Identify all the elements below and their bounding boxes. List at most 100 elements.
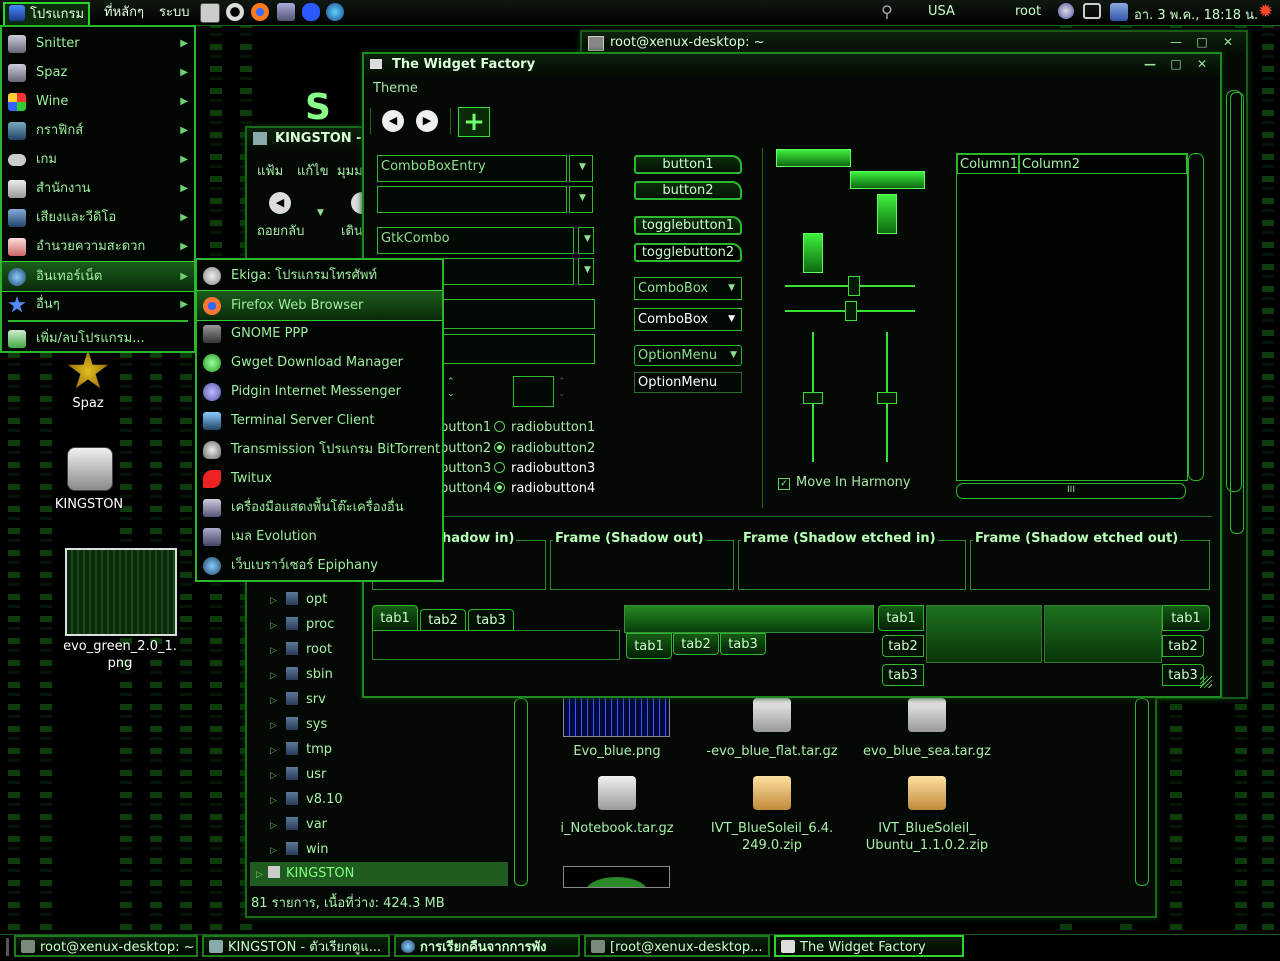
file-thumbnail-evo-blue[interactable]	[563, 697, 670, 737]
menu-item-wine[interactable]: Wine ▶	[2, 87, 194, 116]
slider-thumb[interactable]	[845, 301, 857, 321]
desktop-icon-kingston[interactable]: KINGSTON	[45, 445, 135, 515]
menu-item-tsclient[interactable]: Terminal Server Client	[197, 406, 442, 435]
clock[interactable]: อา. 3 พ.ค., 18:18 น.	[1134, 4, 1258, 25]
taskbar-item-crash-recovery[interactable]: การเรียกคืนจากการพัง	[394, 935, 580, 957]
menu-item-epiphany[interactable]: เว็บเบราว์เซอร์ Epiphany	[197, 551, 442, 580]
toolbar-back-icon[interactable]: ◀	[382, 110, 404, 132]
vertical-scrollbar[interactable]	[1188, 153, 1204, 481]
combobox-entry-arrow[interactable]: ▼	[569, 155, 593, 182]
tab-tab1[interactable]: tab1	[878, 605, 924, 631]
tree-item[interactable]: ▷ proc	[270, 617, 334, 632]
minimize-button[interactable]: —	[1168, 34, 1184, 50]
slider-thumb[interactable]	[848, 276, 860, 296]
tree-item[interactable]: ▷ sbin	[270, 667, 333, 682]
archive-icon[interactable]	[753, 698, 791, 732]
close-button[interactable]: ✕	[1220, 34, 1236, 50]
menu-edit[interactable]: แก้ไข	[297, 160, 329, 181]
menu-item-remote-desktop-viewer[interactable]: เครื่องมือแสดงพื้นโต๊ะเครื่องอื่น	[197, 493, 442, 522]
minimize-button[interactable]: —	[1142, 56, 1158, 72]
bluetooth-icon[interactable]	[302, 3, 320, 21]
menu-item-spaz[interactable]: Spaz ▶	[2, 58, 194, 87]
option-menu[interactable]: OptionMenu	[634, 372, 742, 393]
window-scrollbar[interactable]	[1226, 90, 1242, 492]
text-entry[interactable]	[440, 334, 595, 364]
maximize-button[interactable]: □	[1168, 56, 1184, 72]
menu-item-other[interactable]: อื่นๆ ▶	[2, 290, 194, 319]
keyboard-layout[interactable]: USA	[928, 4, 955, 19]
file-label[interactable]: Evo_blue.png	[537, 743, 697, 760]
button1[interactable]: button1	[634, 155, 742, 174]
file-label[interactable]: -evo_blue_flat.tar.gz	[692, 743, 852, 760]
tab-tab3[interactable]: tab3	[882, 664, 924, 686]
tab-tab2[interactable]: tab2	[420, 609, 466, 631]
slider-thumb[interactable]	[803, 392, 823, 404]
file-label[interactable]: IVT_BlueSoleil_6.4. 249.0.zip	[692, 820, 852, 854]
move-in-harmony-checkbox[interactable]: ✓ Move In Harmony	[778, 475, 911, 490]
gtk-combo[interactable]: GtkCombo	[377, 227, 574, 254]
tree-item[interactable]: ▷ v8.10	[270, 792, 343, 807]
togglebutton1[interactable]: togglebutton1	[634, 216, 742, 235]
combobox-entry[interactable]: ComboBoxEntry	[377, 155, 567, 182]
show-desktop-handle[interactable]	[6, 938, 9, 956]
menu-item-office[interactable]: สำนักงาน ▶	[2, 174, 194, 203]
menu-item-ekiga[interactable]: Ekiga: โปรแกรมโทรศัพท์	[197, 261, 442, 290]
menu-item-add-remove[interactable]: เพิ่ม/ลบโปรแกรม...	[2, 324, 194, 353]
network-status-icon[interactable]	[1110, 3, 1128, 21]
power-icon[interactable]: ✹	[1258, 3, 1276, 21]
column-header-2[interactable]: Column2	[1019, 154, 1187, 174]
menu-item-gwget[interactable]: Gwget Download Manager	[197, 348, 442, 377]
taskbar-item-file-manager[interactable]: KINGSTON - ตัวเรียกดูแ...	[202, 935, 390, 957]
file-label[interactable]: i_Notebook.tar.gz	[537, 820, 697, 837]
taskbar-item-widget-factory[interactable]: The Widget Factory	[774, 935, 964, 957]
taskbar-item-terminal-2[interactable]: [root@xenux-desktop...	[584, 935, 770, 957]
combobox-entry-empty[interactable]	[377, 186, 567, 213]
widget-factory-titlebar[interactable]: The Widget Factory — □ ✕	[364, 54, 1220, 76]
radio-button[interactable]: radiobutton3	[494, 461, 595, 476]
check-button[interactable]: button2	[440, 441, 491, 456]
desktop-icon-evo-green[interactable]: evo_green_2.0_1. png	[55, 548, 185, 678]
tree-item[interactable]: ▷ usr	[270, 767, 326, 782]
radio-button[interactable]: radiobutton2	[494, 441, 595, 456]
menu-file[interactable]: แฟ้ม	[257, 160, 283, 181]
tab-tab3[interactable]: tab3	[720, 633, 766, 655]
tree-item[interactable]: ▷ srv	[270, 692, 326, 707]
icon-view-scrollbar[interactable]	[1135, 698, 1149, 886]
menu-item-twitux[interactable]: Twitux	[197, 464, 442, 493]
menu-view[interactable]: มุมม	[337, 160, 363, 181]
firefox-icon[interactable]	[251, 3, 269, 21]
maximize-button[interactable]: □	[1194, 34, 1210, 50]
menu-item-pidgin[interactable]: Pidgin Internet Messenger	[197, 377, 442, 406]
back-button[interactable]: ◀ ถอยกลับ	[255, 190, 311, 239]
combobox[interactable]: ComboBox ▼	[634, 277, 742, 300]
tree-item[interactable]: ▷ root	[270, 642, 332, 657]
archive-icon[interactable]	[908, 698, 946, 732]
menu-item-accessories[interactable]: อำนวยความสะดวก ▶	[2, 232, 194, 261]
show-desktop-icon[interactable]	[200, 3, 220, 23]
menu-theme[interactable]: Theme	[373, 81, 418, 96]
obsidian-icon[interactable]	[226, 3, 244, 21]
text-entry[interactable]	[440, 299, 595, 329]
tab-tab3[interactable]: tab3	[1162, 664, 1204, 686]
resize-grip-icon[interactable]	[1200, 676, 1212, 688]
spin-arrows[interactable]: ⌃ ⌄	[558, 376, 566, 400]
menu-item-internet[interactable]: อินเทอร์เน็ต ▶	[2, 261, 194, 292]
togglebutton2[interactable]: togglebutton2	[634, 243, 742, 262]
user-switcher-icon[interactable]	[1058, 3, 1074, 19]
tree-item-selected[interactable]: ▷ KINGSTON	[250, 862, 508, 886]
check-button[interactable]: button1	[440, 420, 491, 435]
back-history-dropdown[interactable]: ▼	[317, 208, 324, 218]
gtk-combo-arrow[interactable]: ▼	[578, 227, 594, 254]
spin-button[interactable]	[513, 376, 554, 407]
check-button[interactable]: button4	[440, 481, 491, 496]
tree-item[interactable]: ▷ win	[270, 842, 328, 857]
zip-icon[interactable]	[753, 776, 791, 810]
tab-tab2[interactable]: tab2	[882, 635, 924, 657]
system-menu-button[interactable]: ระบบ	[155, 2, 193, 23]
tree-item[interactable]: ▷ opt	[270, 592, 327, 607]
menu-item-graphics[interactable]: กราฟิกส์ ▶	[2, 116, 194, 145]
menu-item-snitter[interactable]: Snitter ▶	[2, 29, 194, 58]
tree-scrollbar[interactable]	[514, 698, 528, 886]
option-menu[interactable]: OptionMenu ▼	[634, 345, 742, 366]
search-icon[interactable]: ⚲	[878, 3, 896, 21]
